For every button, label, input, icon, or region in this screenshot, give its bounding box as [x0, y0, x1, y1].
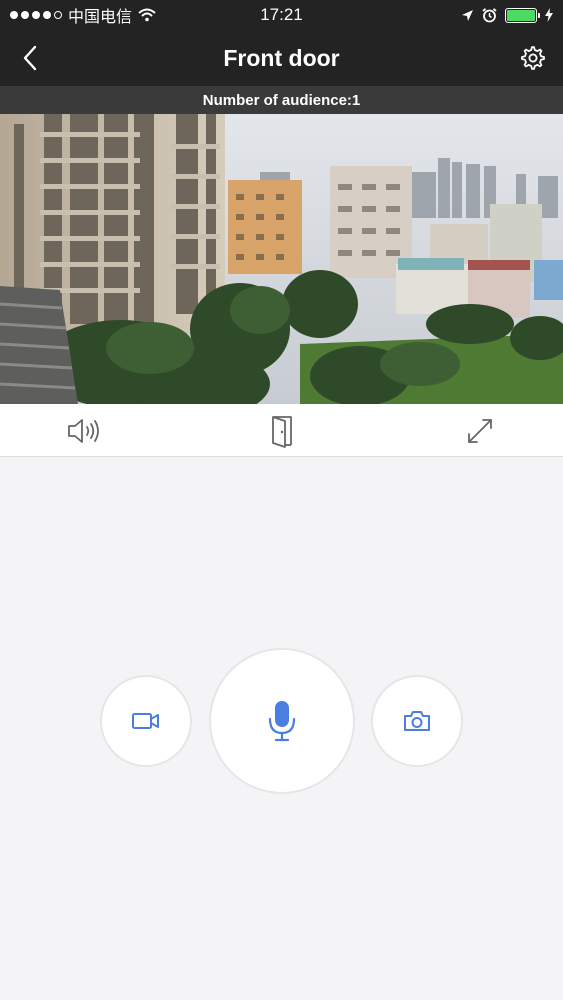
fullscreen-button[interactable]	[462, 413, 498, 449]
live-video-feed[interactable]	[0, 114, 563, 404]
status-left: 中国电信	[10, 3, 156, 27]
back-button[interactable]	[14, 42, 46, 74]
location-arrow-icon	[462, 9, 473, 21]
open-door-button[interactable]	[264, 413, 300, 449]
video-control-bar	[0, 404, 563, 457]
gear-icon	[521, 46, 545, 70]
settings-button[interactable]	[517, 42, 549, 74]
carrier-name: 中国电信	[68, 9, 133, 26]
microphone-icon	[268, 701, 296, 742]
speaker-button[interactable]	[66, 413, 102, 449]
video-frame	[0, 114, 563, 404]
battery-fill	[507, 9, 535, 21]
wifi-icon	[138, 8, 156, 22]
page-title: Front door	[223, 44, 340, 71]
talk-button[interactable]	[209, 648, 355, 794]
record-video-button[interactable]	[100, 675, 192, 767]
door-icon	[272, 416, 292, 448]
snapshot-button[interactable]	[371, 675, 463, 767]
speaker-icon	[68, 419, 99, 443]
charging-bolt-icon	[545, 8, 553, 22]
nav-bar: Front door	[0, 30, 563, 86]
video-camera-icon	[132, 713, 159, 729]
alarm-icon	[482, 7, 497, 22]
signal-strength-icon	[10, 11, 62, 19]
status-bar: 中国电信 17:21	[0, 0, 563, 30]
chevron-left-icon	[23, 45, 37, 71]
camera-icon	[404, 711, 430, 731]
battery-icon	[505, 7, 540, 23]
audience-count: Number of audience:1	[0, 86, 563, 114]
status-right	[461, 7, 553, 23]
expand-icon	[468, 419, 492, 443]
